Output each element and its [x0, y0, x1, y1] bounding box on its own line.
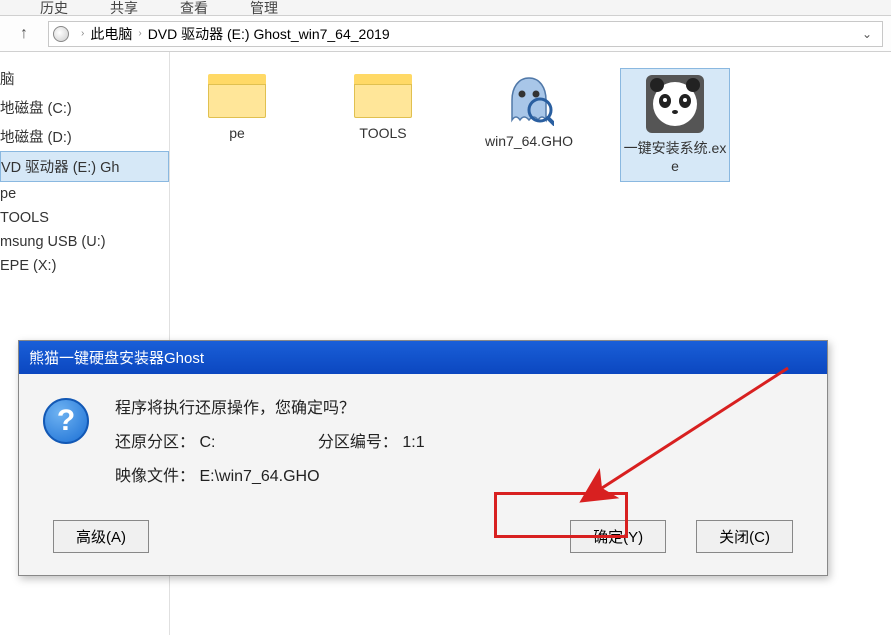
file-name-label: win7_64.GHO — [485, 132, 573, 150]
disc-icon — [53, 26, 69, 42]
file-name-label: 一键安装系统.exe — [623, 139, 727, 175]
sidebar-item[interactable]: msung USB (U:) — [0, 230, 169, 254]
menu-history[interactable]: 历史 — [40, 0, 68, 18]
menu-manage[interactable]: 管理 — [250, 0, 278, 18]
panda-icon — [646, 75, 704, 133]
sidebar-item[interactable]: VD 驱动器 (E:) Gh — [0, 151, 169, 182]
sidebar-item[interactable]: TOOLS — [0, 206, 169, 230]
close-button[interactable]: 关闭(C) — [696, 520, 793, 553]
dialog-message-text: 程序将执行还原操作，您确定吗？ — [115, 394, 425, 418]
breadcrumb-chevron-icon: › — [81, 28, 84, 39]
partition-number-value: 1:1 — [402, 434, 424, 452]
image-file-label: 映像文件： — [115, 462, 195, 486]
file-item[interactable]: TOOLS — [328, 68, 438, 182]
partition-number-label: 分区编号： — [318, 428, 398, 452]
partition-value: C: — [199, 434, 279, 452]
menu-share[interactable]: 共享 — [110, 0, 138, 18]
folder-icon — [208, 74, 266, 118]
sidebar-item[interactable]: 脑 — [0, 64, 169, 93]
question-icon: ? — [43, 398, 89, 444]
sidebar-item[interactable]: 地磁盘 (D:) — [0, 122, 169, 151]
path-box[interactable]: › 此电脑 › DVD 驱动器 (E:) Ghost_win7_64_2019 … — [48, 21, 883, 47]
partition-label: 还原分区： — [115, 428, 195, 452]
advanced-button[interactable]: 高级(A) — [53, 520, 149, 553]
file-item[interactable]: 一键安装系统.exe — [620, 68, 730, 182]
breadcrumb-seg-thispc[interactable]: 此电脑 — [90, 24, 132, 44]
menu-view[interactable]: 查看 — [180, 0, 208, 18]
sidebar-item[interactable]: EPE (X:) — [0, 254, 169, 278]
file-item[interactable]: pe — [182, 68, 292, 182]
ghost-icon — [504, 74, 554, 126]
file-item[interactable]: win7_64.GHO — [474, 68, 584, 182]
breadcrumb-seg-drive[interactable]: DVD 驱动器 (E:) Ghost_win7_64_2019 — [148, 24, 390, 44]
chevron-down-icon[interactable]: ⌄ — [856, 27, 878, 41]
file-name-label: pe — [229, 124, 245, 142]
menu-bar: 历史 共享 查看 管理 — [0, 0, 891, 16]
folder-icon — [354, 74, 412, 118]
image-file-value: E:\win7_64.GHO — [199, 468, 319, 486]
address-bar: ↑ › 此电脑 › DVD 驱动器 (E:) Ghost_win7_64_201… — [0, 16, 891, 52]
sidebar-item[interactable]: pe — [0, 182, 169, 206]
breadcrumb-chevron-icon: › — [138, 28, 141, 39]
dialog-title-bar[interactable]: 熊猫一键硬盘安装器Ghost — [19, 341, 827, 374]
nav-up-icon[interactable]: ↑ — [12, 21, 36, 47]
dialog-message: 程序将执行还原操作，您确定吗？ 还原分区： C: 分区编号： 1:1 映像文件：… — [115, 394, 425, 496]
confirm-dialog: 熊猫一键硬盘安装器Ghost ? 程序将执行还原操作，您确定吗？ 还原分区： C… — [18, 340, 828, 576]
file-name-label: TOOLS — [359, 124, 406, 142]
ok-button[interactable]: 确定(Y) — [570, 520, 666, 553]
sidebar-item[interactable]: 地磁盘 (C:) — [0, 93, 169, 122]
